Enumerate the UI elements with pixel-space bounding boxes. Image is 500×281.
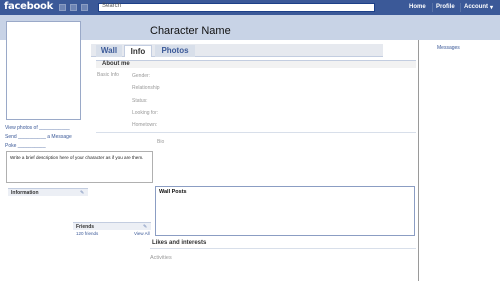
column-divider [418,40,419,281]
section-divider [96,132,416,133]
looking-for-label: Looking for: [132,110,159,116]
messages-link[interactable]: Messages [437,45,460,51]
search-placeholder: Search [102,3,122,9]
tab-photos[interactable]: Photos [155,45,195,57]
activities-label: Activities [150,255,172,261]
wall-posts-title: Wall Posts [159,189,187,195]
about-me-header [96,60,416,68]
page-title: Character Name [150,25,231,37]
facebook-logo[interactable]: facebook [4,1,53,12]
nav-profile[interactable]: Profile [436,4,455,10]
information-box-header: Information ✎ [8,188,88,196]
relationship-label: Relationship [132,85,160,91]
tab-info[interactable]: Info [124,45,152,57]
information-title: Information [11,190,39,196]
friend-requests-icon[interactable] [59,4,66,11]
nav-home[interactable]: Home [409,4,426,10]
poke-link[interactable]: Poke __________ [5,143,46,149]
top-bar: facebook Search Home Profile Account ▾ [0,0,500,15]
hometown-label: Hometown: [132,122,158,128]
basic-info-label: Basic Info [97,72,119,78]
status-label: Status: [132,98,148,104]
pencil-icon[interactable]: ✎ [80,190,84,196]
likes-interests-title: Likes and interests [152,240,207,246]
nav-divider [460,3,461,12]
wall-posts-box[interactable]: Wall Posts [155,186,415,236]
chevron-down-icon[interactable]: ▾ [490,4,493,11]
tab-wall[interactable]: Wall [96,45,122,57]
view-photos-link[interactable]: View photos of ___________ [5,125,70,131]
nav-divider [432,3,433,12]
notifications-icon[interactable] [81,4,88,11]
view-all-friends-link[interactable]: View All [134,231,150,236]
section-divider [150,248,416,249]
messages-icon[interactable] [70,4,77,11]
friends-count[interactable]: 120 friends [76,231,98,236]
description-text: Write a brief description here of your c… [10,155,144,160]
pencil-icon[interactable]: ✎ [143,224,147,230]
friends-title: Friends [76,224,95,230]
send-message-link[interactable]: Send __________ a Message [5,134,72,140]
about-me-title: About me [102,61,130,67]
friends-box-header: Friends ✎ [73,222,151,230]
search-input[interactable]: Search [98,3,375,12]
profile-picture[interactable] [6,21,81,120]
gender-label: Gender: [132,73,151,79]
bio-label: Bio [157,139,165,145]
nav-account[interactable]: Account [464,4,488,10]
character-description: Write a brief description here of your c… [6,151,153,183]
